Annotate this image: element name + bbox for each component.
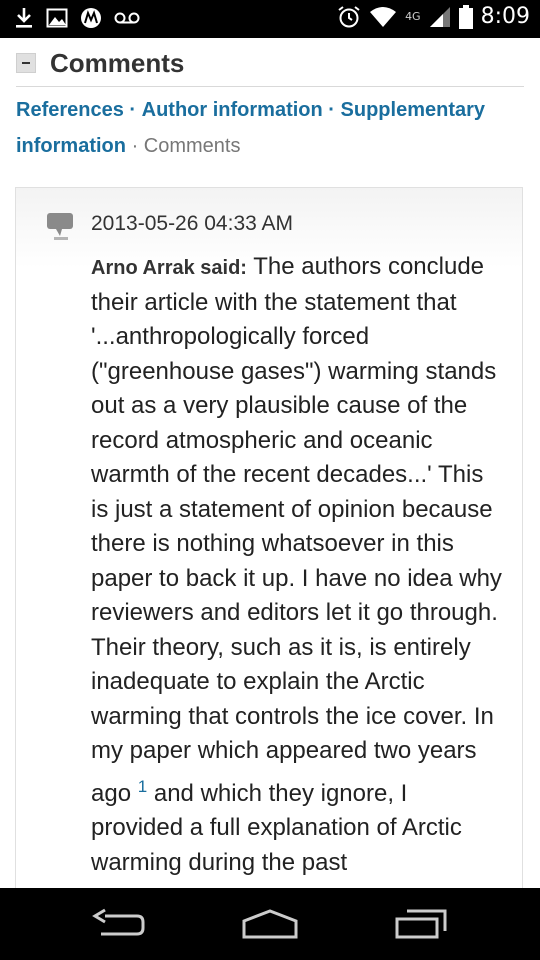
comment-author: Arno Arrak said: (91, 257, 247, 279)
signal-icon (429, 6, 450, 27)
back-button[interactable] (84, 904, 154, 944)
comments-section-header: Comments (16, 48, 524, 87)
alarm-icon (338, 5, 360, 27)
nav-current-comments: Comments (143, 135, 241, 157)
notification-icons (14, 6, 140, 30)
page-content: Comments References · Author information… (0, 38, 540, 888)
home-button[interactable] (235, 904, 305, 944)
comment-bubble-icon (47, 213, 73, 240)
download-icon (16, 8, 32, 28)
network-type: 4G (405, 9, 421, 23)
battery-icon (458, 4, 473, 29)
clock: 8:09 (480, 4, 530, 29)
reference-link[interactable]: 1 (138, 777, 147, 796)
motorola-icon (81, 8, 101, 28)
home-icon (242, 909, 298, 939)
voicemail-icon (114, 12, 140, 24)
recents-button[interactable] (386, 904, 456, 944)
system-icons: 4G 8:09 (337, 4, 530, 29)
section-title: Comments (50, 48, 185, 78)
wifi-icon (370, 6, 397, 27)
nav-separator: · (129, 99, 137, 121)
status-bar: 4G 8:09 (0, 0, 540, 38)
nav-separator: · (328, 99, 335, 121)
collapse-button[interactable] (16, 53, 36, 73)
comment-text-continued: and which they ignore, I provided a full… (91, 779, 462, 876)
comment-text: The authors conclude their article with … (91, 253, 502, 807)
nav-link-author-information[interactable]: Author information (142, 99, 323, 121)
recents-icon (395, 909, 447, 939)
nav-link-references[interactable]: References (16, 99, 124, 121)
image-icon (46, 8, 68, 28)
comment-card: 2013-05-26 04:33 AM Arno Arrak said: The… (15, 187, 523, 888)
section-nav: References · Author information · Supple… (16, 92, 516, 164)
navigation-bar (0, 888, 540, 960)
comment-body: Arno Arrak said: The authors conclude th… (91, 250, 506, 880)
back-icon (92, 908, 145, 936)
comment-timestamp: 2013-05-26 04:33 AM (91, 212, 293, 235)
nav-separator: · (131, 135, 139, 157)
